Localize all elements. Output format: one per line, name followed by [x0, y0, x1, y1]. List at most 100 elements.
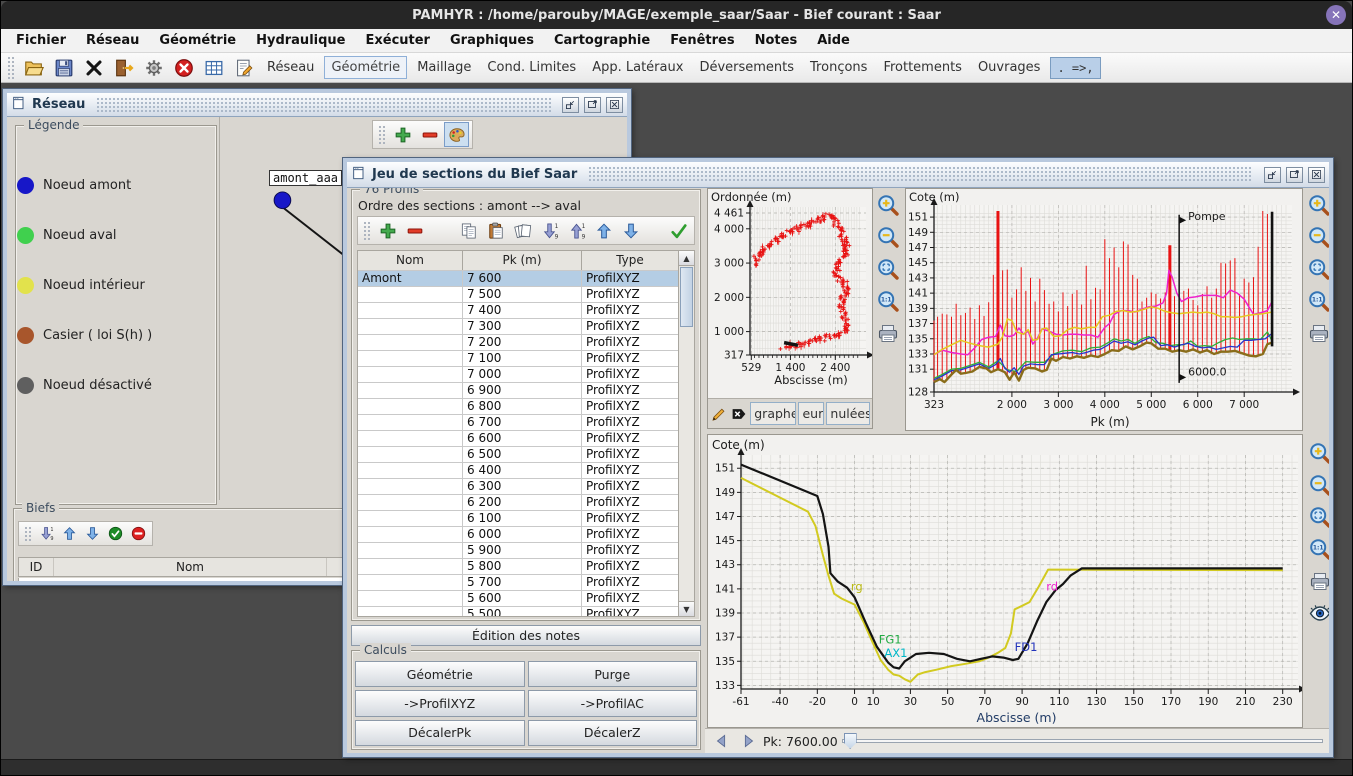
- sort-descending-button[interactable]: 19: [537, 218, 562, 243]
- zoom-one-to-one-icon[interactable]: 1:1: [874, 288, 902, 314]
- zoom-fit-icon[interactable]: [1305, 256, 1329, 282]
- table-row[interactable]: 6 700ProfilXYZ: [358, 415, 678, 430]
- apply-button[interactable]: [666, 218, 691, 243]
- cell-pk[interactable]: 6 100: [463, 511, 581, 526]
- cell-type[interactable]: ProfilXYZ: [582, 303, 678, 318]
- cell-nom[interactable]: [358, 351, 462, 366]
- sections-window-titlebar[interactable]: Jeu de sections du Bief Saar: [347, 162, 1329, 188]
- sort-button[interactable]: 19: [36, 523, 57, 544]
- menu-notes[interactable]: Notes: [746, 31, 807, 50]
- cell-type[interactable]: ProfilXYZ: [582, 575, 678, 590]
- cell-pk[interactable]: 5 900: [463, 543, 581, 558]
- zoom-out-icon[interactable]: [874, 224, 902, 250]
- cell-nom[interactable]: [358, 527, 462, 542]
- cell-nom[interactable]: [358, 575, 462, 590]
- cell-type[interactable]: ProfilXYZ: [582, 351, 678, 366]
- menu-geometrie[interactable]: Géométrie: [150, 31, 245, 50]
- cell-nom[interactable]: [358, 463, 462, 478]
- pk-slider[interactable]: [842, 732, 1323, 750]
- notes-icon[interactable]: [231, 55, 257, 81]
- cell-nom[interactable]: [358, 607, 462, 617]
- toolbar-button-geometrie[interactable]: Géométrie: [324, 56, 407, 79]
- calc-button-profilxyz[interactable]: ->ProfilXYZ: [355, 690, 525, 716]
- remove-node-button[interactable]: [417, 122, 442, 147]
- cell-type[interactable]: ProfilXYZ: [582, 287, 678, 302]
- toolbar-button-frottements[interactable]: Frottements: [877, 57, 968, 78]
- cell-nom[interactable]: [358, 415, 462, 430]
- grid-icon[interactable]: [201, 55, 227, 81]
- toolbar-button-maillage[interactable]: Maillage: [411, 57, 477, 78]
- cell-type[interactable]: ProfilXYZ: [582, 271, 678, 286]
- menu-cartographie[interactable]: Cartographie: [545, 31, 659, 50]
- cell-pk[interactable]: 7 200: [463, 335, 581, 350]
- scrollbar-track[interactable]: [679, 328, 694, 601]
- table-row[interactable]: 6 900ProfilXYZ: [358, 383, 678, 398]
- cell-nom[interactable]: [358, 591, 462, 606]
- calc-button-profilac[interactable]: ->ProfilAC: [528, 690, 698, 716]
- zoom-out-icon[interactable]: [1305, 224, 1329, 250]
- cell-nom[interactable]: [358, 287, 462, 302]
- table-row[interactable]: 6 300ProfilXYZ: [358, 479, 678, 494]
- cell-type[interactable]: ProfilXYZ: [582, 335, 678, 350]
- maximize-button[interactable]: [584, 97, 601, 113]
- biefs-column-nom[interactable]: Nom: [54, 558, 326, 576]
- cell-pk[interactable]: 7 400: [463, 303, 581, 318]
- cell-nom[interactable]: [358, 399, 462, 414]
- cell-pk[interactable]: 7 500: [463, 287, 581, 302]
- print-icon[interactable]: [874, 320, 902, 346]
- cell-type[interactable]: ProfilXYZ: [582, 591, 678, 606]
- duplicate-button[interactable]: [510, 218, 535, 243]
- cell-pk[interactable]: 7 600: [463, 271, 581, 286]
- scrollbar-thumb[interactable]: [680, 267, 693, 327]
- maximize-button[interactable]: [1286, 167, 1303, 183]
- column-header-pk-m[interactable]: Pk (m): [463, 251, 581, 270]
- print-icon[interactable]: [1306, 568, 1329, 594]
- toolbar-grip[interactable]: [378, 125, 386, 144]
- cell-nom[interactable]: [358, 319, 462, 334]
- save-icon[interactable]: [51, 55, 77, 81]
- cell-nom[interactable]: [358, 447, 462, 462]
- delete-icon[interactable]: [81, 55, 107, 81]
- plan-chart[interactable]: 5291 4002 4003171 0002 0003 0004 0004 46…: [708, 189, 872, 398]
- zoom-in-icon[interactable]: [1305, 192, 1329, 218]
- toolbar-button-ouvrages[interactable]: Ouvrages: [972, 57, 1047, 78]
- previous-section-button[interactable]: [711, 731, 733, 751]
- toolbar-button-cond-limites[interactable]: Cond. Limites: [481, 57, 582, 78]
- table-row[interactable]: 6 200ProfilXYZ: [358, 495, 678, 510]
- move-up-button[interactable]: [591, 218, 616, 243]
- cell-type[interactable]: ProfilXYZ: [582, 447, 678, 462]
- table-scrollbar[interactable]: ▲ ▼: [678, 250, 695, 617]
- table-row[interactable]: 7 000ProfilXYZ: [358, 367, 678, 382]
- toolbar-button-troncons[interactable]: Tronçons: [804, 57, 873, 78]
- column-header-nom[interactable]: Nom: [358, 251, 462, 270]
- cell-pk[interactable]: 5 800: [463, 559, 581, 574]
- calc-button-geometrie[interactable]: Géométrie: [355, 661, 525, 687]
- cell-pk[interactable]: 6 400: [463, 463, 581, 478]
- toolbar-button-app-lateraux[interactable]: App. Latéraux: [586, 57, 689, 78]
- zoom-fit-icon[interactable]: [1306, 504, 1329, 530]
- sort-ascending-button[interactable]: 19: [564, 218, 589, 243]
- plan-tab-nulees[interactable]: nulées: [826, 402, 870, 425]
- zoom-out-icon[interactable]: [1306, 472, 1329, 498]
- cell-nom[interactable]: [358, 495, 462, 510]
- cell-pk[interactable]: 7 100: [463, 351, 581, 366]
- annotate-pencil-icon[interactable]: [710, 403, 728, 424]
- plan-tab-eur[interactable]: eur: [798, 402, 824, 425]
- reseau-window-titlebar[interactable]: Réseau: [7, 93, 627, 117]
- cell-nom[interactable]: Amont: [358, 271, 462, 286]
- quit-icon[interactable]: [111, 55, 137, 81]
- pk-slider-track[interactable]: [842, 739, 1323, 743]
- node-label[interactable]: amont_aaa: [269, 170, 342, 186]
- table-row[interactable]: 6 400ProfilXYZ: [358, 463, 678, 478]
- cell-type[interactable]: ProfilXYZ: [582, 527, 678, 542]
- table-row[interactable]: 5 500ProfilXYZ: [358, 607, 678, 617]
- cell-pk[interactable]: 6 700: [463, 415, 581, 430]
- calc-button-decalerpk[interactable]: DécalerPk: [355, 720, 525, 746]
- table-row[interactable]: 6 800ProfilXYZ: [358, 399, 678, 414]
- cell-nom[interactable]: [358, 559, 462, 574]
- toolbar-button-deversements[interactable]: Déversements: [693, 57, 800, 78]
- enable-bief-button[interactable]: [105, 523, 126, 544]
- close-button[interactable]: [1308, 167, 1325, 183]
- palette-button[interactable]: [444, 122, 469, 147]
- table-row[interactable]: 5 700ProfilXYZ: [358, 575, 678, 590]
